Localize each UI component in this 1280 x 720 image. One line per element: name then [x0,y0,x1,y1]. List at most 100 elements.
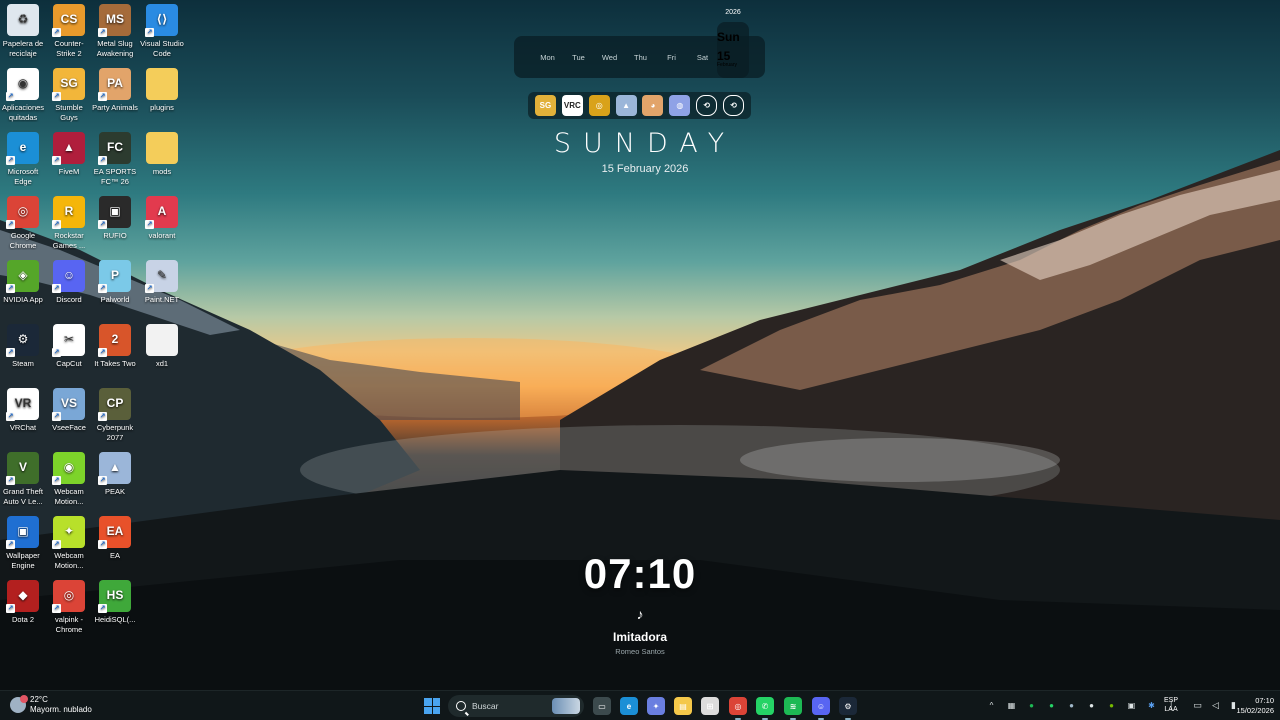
desktop-icon-label: Rockstar Games ... [52,231,86,250]
calendar-day[interactable]: Fri [656,53,687,62]
whatsapp-tray-icon[interactable]: ● [1046,700,1057,711]
desktop-icon-label: Visual Studio Code [140,39,184,58]
calendar-today[interactable]: Sun 15 February [717,22,749,78]
spotify-icon[interactable]: ≋ [784,697,802,720]
desktop-icon[interactable]: ✎ ↗ Paint.NET [139,260,185,305]
nvidia-tray-icon[interactable]: ● [1106,700,1117,711]
desktop-icon[interactable]: PA ↗ Party Animals [92,68,138,113]
start-button[interactable] [424,698,440,714]
weather-widget[interactable]: 22°C Mayorm. nublado [10,694,92,714]
desktop-icon[interactable]: ◎ ↗ valpink - Chrome [46,580,92,634]
desktop-icon[interactable]: R ↗ Rockstar Games ... [46,196,92,250]
desktop-icon[interactable]: P ↗ Palworld [92,260,138,305]
taskbar: 22°C Mayorm. nublado Buscar ▭ e ✦ ▤ ⊞ ◎ ✆ ≋ ☺ ⚙ ^… [0,690,1280,720]
shortcut-arrow-icon: ↗ [98,476,107,485]
desktop-icon[interactable]: CS ↗ Counter-Strike 2 [46,4,92,58]
rufio-icon[interactable]: ◎ [588,95,610,116]
desktop-icon[interactable]: ◎ ↗ Google Chrome [0,196,46,250]
calendar-day[interactable]: Thu [625,53,656,62]
chrome-icon[interactable]: ◎ [729,697,747,720]
desktop-icon[interactable]: ☺ ↗ Discord [46,260,92,305]
desktop-icon[interactable]: xd1 [139,324,185,369]
desktop-icon-label: EA SPORTS FC™ 26 [93,167,137,186]
desktop-icon[interactable]: ⟨⟩ ↗ Visual Studio Code [139,4,185,58]
task-view-icon[interactable]: ▭ [593,697,611,715]
desktop-icon[interactable]: ◉ ↗ Webcam Motion... [46,452,92,506]
desktop-icon[interactable]: HS ↗ HeidiSQL(... [92,580,138,625]
shortcut-arrow-icon: ↗ [52,156,61,165]
steam-icon[interactable]: ⚙ [839,697,857,720]
desktop-icon[interactable]: VR ↗ VRChat [0,388,46,433]
now-playing-artist: Romeo Santos [615,647,665,656]
desktop-icon-label: Webcam Motion... [54,551,84,570]
globe-icon[interactable]: ◍ [669,95,691,116]
file-explorer-icon[interactable]: ▤ [674,697,692,715]
now-playing-title[interactable]: Imitadora [560,630,720,644]
calendar-day[interactable]: Wed [594,53,625,62]
desktop-icon[interactable]: ▣ ↗ RUFIO [92,196,138,241]
desktop-icon[interactable]: ▲ ↗ FiveM [46,132,92,177]
desktop-icon[interactable]: A ↗ valorant [139,196,185,241]
taskbar-search-box[interactable]: Buscar [448,695,584,717]
removed-apps-icon: ◉ ↗ [6,68,39,101]
desktop-icon[interactable]: ◉ ↗ Aplicaciones quitadas [0,68,46,122]
desktop-icon[interactable]: ◈ ↗ NVIDIA App [0,260,46,305]
desktop-icon[interactable]: plugins [139,68,185,113]
desktop-icon-label: Party Animals [92,103,138,112]
desktop-icon-label: Counter-Strike 2 [54,39,84,58]
whatsapp-icon[interactable]: ✆ [756,697,774,720]
desktop-icon[interactable]: ◆ ↗ Dota 2 [0,580,46,625]
usb-icon[interactable]: ▣ [1126,700,1137,711]
network-app-icon[interactable]: ▦ [1006,700,1017,711]
desktop-icon[interactable]: VS ↗ VseeFace [46,388,92,433]
calendar-day[interactable]: Tue [563,53,594,62]
shortcut-arrow-icon: ↗ [6,220,15,229]
desktop-icon[interactable]: SG ↗ Stumble Guys [46,68,92,122]
edge-icon[interactable]: e [620,697,638,715]
discord-icon[interactable]: ☺ [812,697,830,720]
link-icon[interactable]: ⟲ [696,95,718,116]
webcam-motion-icon: ◉ ↗ [52,452,85,485]
desktop-icon[interactable]: mods [139,132,185,177]
taskbar-clock[interactable]: 07:10 15/02/2026 [1226,696,1274,716]
desktop-icon[interactable]: EA ↗ EA [92,516,138,561]
steam-tray-icon[interactable]: ● [1066,700,1077,711]
link-icon[interactable]: ⟲ [723,95,745,116]
ea-fc-icon: FC ↗ [98,132,131,165]
fivem-icon: ▲ ↗ [52,132,85,165]
shortcut-arrow-icon: ↗ [98,92,107,101]
desktop-icon[interactable]: ⚙ ↗ Steam [0,324,46,369]
party-animals-icon[interactable]: ◕ [642,95,664,116]
desktop-icon-label: valorant [148,231,176,240]
calendar-day[interactable]: Mon [532,53,563,62]
desktop-icon[interactable]: MS ↗ Metal Slug Awakening [92,4,138,58]
desktop-icon[interactable]: ▲ ↗ PEAK [92,452,138,497]
discord-tray-icon[interactable]: ● [1086,700,1097,711]
chevron-up-icon[interactable]: ^ [986,700,997,711]
store-icon[interactable]: ⊞ [701,697,719,715]
calendar-day[interactable]: Sat [687,53,718,62]
desktop-icon[interactable]: ✂ ↗ CapCut [46,324,92,369]
blank-icon [146,516,178,548]
peak-icon[interactable]: ▲ [615,95,637,116]
desktop-icon[interactable]: FC ↗ EA SPORTS FC™ 26 [92,132,138,186]
folder-icon [146,132,178,164]
desktop-icon[interactable]: ♻ Papelera de reciclaje [0,4,46,58]
language-indicator[interactable]: ESP LAA [1164,697,1178,714]
desktop-icon[interactable]: ▣ ↗ Wallpaper Engine [0,516,46,570]
bluetooth-icon[interactable]: ✱ [1146,700,1157,711]
desktop-icon[interactable]: ✦ ↗ Webcam Motion... [46,516,92,570]
desktop-icon[interactable]: 2 ↗ It Takes Two [92,324,138,369]
vrchat-icon[interactable]: VRC [561,95,583,116]
stumble-guys-icon[interactable]: SG [534,95,556,116]
desktop-icon[interactable]: V ↗ Grand Theft Auto V Le... [0,452,46,506]
desktop-icon[interactable]: e ↗ Microsoft Edge [0,132,46,186]
desktop-icon-label: Wallpaper Engine [6,551,40,570]
desktop-icon-label: valpink - Chrome [55,615,83,634]
copilot-icon[interactable]: ✦ [647,697,665,715]
desktop-icon-label: Cyberpunk 2077 [96,423,134,442]
spotify-tray-icon[interactable]: ● [1026,700,1037,711]
desktop-icon[interactable]: CP ↗ Cyberpunk 2077 [92,388,138,442]
paint-net-icon: ✎ ↗ [145,260,178,293]
search-placeholder: Buscar [472,701,499,711]
